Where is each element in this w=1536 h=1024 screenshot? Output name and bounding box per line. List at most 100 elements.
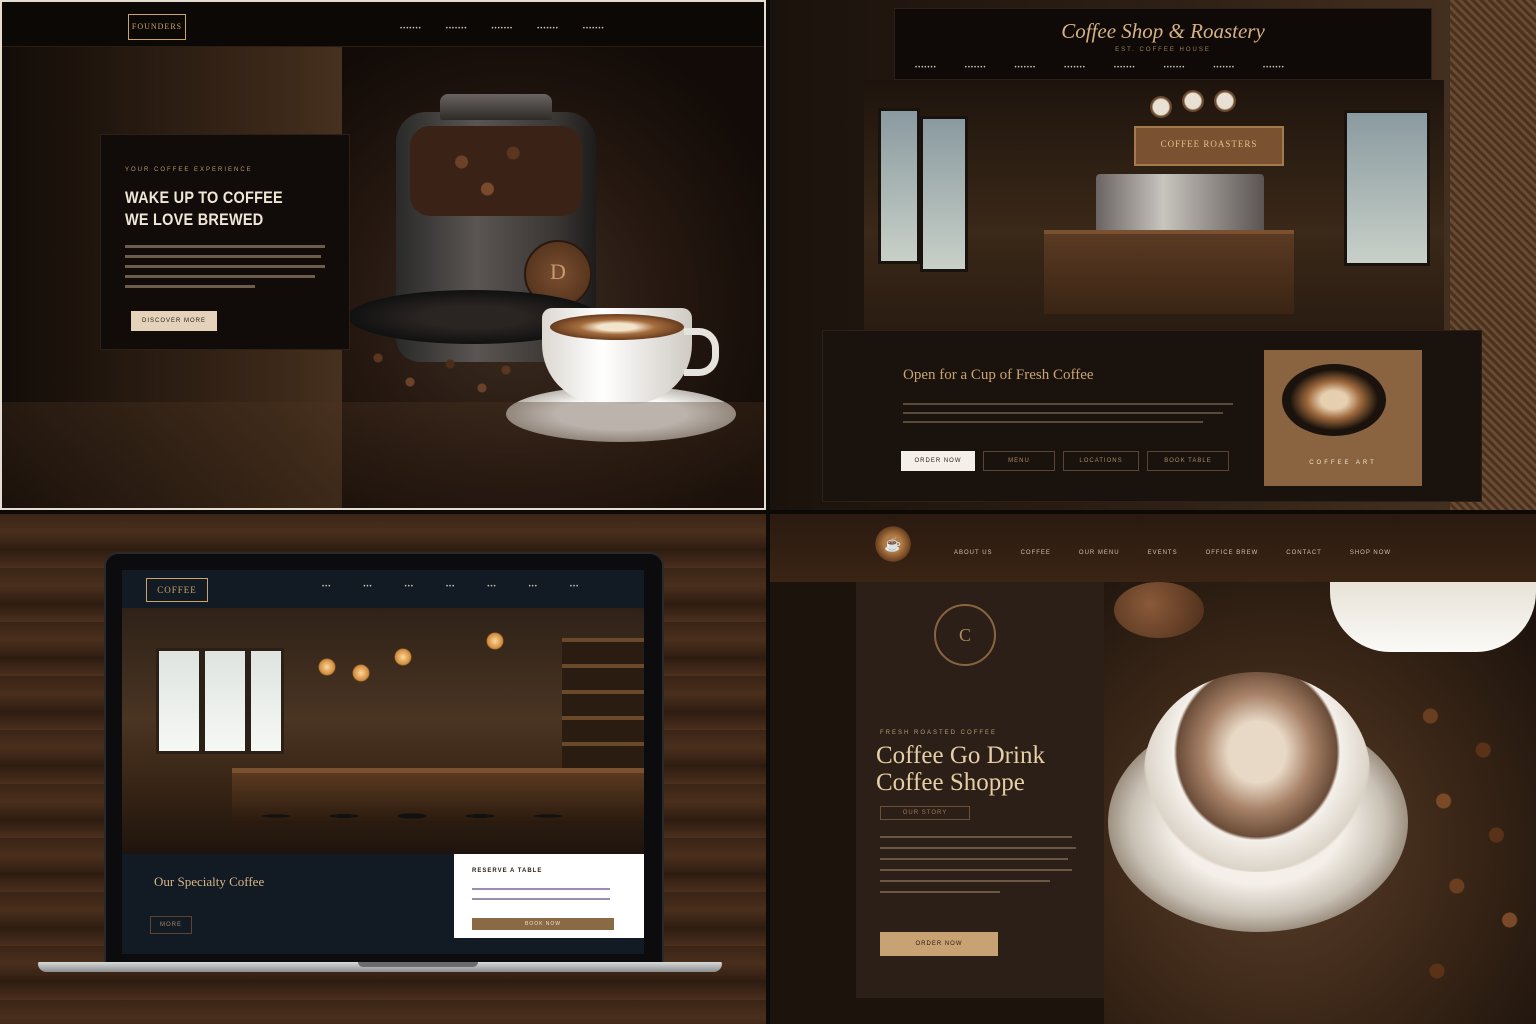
- laptop-mockup: COFFEE ••• ••• ••• ••• ••• ••• ••• Our S…: [0, 514, 766, 1024]
- promo-body-text: [903, 403, 1233, 430]
- section-title: Our Specialty Coffee: [154, 874, 265, 889]
- pendant-lamp: [352, 664, 370, 682]
- hero-eyebrow: YOUR COFFEE EXPERIENCE: [125, 167, 253, 173]
- menu-button[interactable]: MENU: [983, 451, 1055, 471]
- nav-link[interactable]: •••••••: [1014, 65, 1036, 71]
- nav-link[interactable]: •••: [487, 584, 496, 590]
- clock-icon: [1182, 90, 1204, 112]
- nav-link-menu[interactable]: OUR MENU: [1079, 550, 1120, 556]
- coffee-logo-icon[interactable]: ☕: [872, 524, 914, 564]
- nav-menu: ••••••• ••••••• ••••••• ••••••• ••••••• …: [915, 65, 1285, 71]
- nav-link[interactable]: •••: [363, 584, 372, 590]
- hero-mockup-4: ☕ ABOUT US COFFEE OUR MENU EVENTS OFFICE…: [770, 514, 1536, 1024]
- cappuccino-cup-image: [1144, 672, 1370, 872]
- nav-link[interactable]: •••••••: [400, 26, 422, 32]
- cup-image: [1330, 582, 1536, 652]
- screen-footer-section: Our Specialty Coffee MORE RESERVE A TABL…: [122, 854, 644, 954]
- nav-link[interactable]: •••••••: [537, 26, 559, 32]
- wood-counter: [1044, 230, 1294, 314]
- promo-title: Open for a Cup of Fresh Coffee: [903, 367, 1094, 383]
- laptop-frame: COFFEE ••• ••• ••• ••• ••• ••• ••• Our S…: [104, 552, 664, 970]
- clock-icon: [1150, 96, 1172, 118]
- pendant-lamp: [318, 658, 336, 676]
- nav-menu: ••••••• ••••••• ••••••• ••••••• •••••••: [400, 26, 605, 32]
- bar-interior-photo: [122, 608, 644, 854]
- nav-link[interactable]: •••: [446, 584, 455, 590]
- clock-icon: [1214, 90, 1236, 112]
- nav-link[interactable]: •••: [405, 584, 414, 590]
- cappuccino-photo: [1104, 582, 1536, 1024]
- window: [878, 108, 920, 264]
- discover-button[interactable]: DISCOVER MORE: [131, 311, 217, 331]
- card-title: RESERVE A TABLE: [472, 868, 543, 874]
- window: [202, 648, 248, 754]
- hero-headline: WAKE UP TO COFFEE WE LOVE BREWED: [125, 188, 283, 229]
- jar-beans: [410, 126, 582, 216]
- laptop-notch: [358, 962, 478, 967]
- nav-link-about[interactable]: ABOUT US: [954, 550, 993, 556]
- nav-link[interactable]: •••••••: [583, 26, 605, 32]
- card-text-line: [472, 898, 610, 900]
- nav-menu: ABOUT US COFFEE OUR MENU EVENTS OFFICE B…: [954, 550, 1391, 556]
- hero-body-text: [125, 245, 325, 295]
- pendant-lamp: [486, 632, 504, 650]
- interior-photo: COFFEE ROASTERS: [864, 80, 1444, 332]
- hero-mockup-2: COFFEE ROASTERS Coffee Shop & Roastery E…: [770, 0, 1536, 510]
- latte-art: [550, 314, 684, 340]
- nav-link[interactable]: •••: [570, 584, 579, 590]
- locations-button[interactable]: LOCATIONS: [1063, 451, 1139, 471]
- hero-mockup-1: D FOUNDERS ••••••• ••••••• ••••••• •••••…: [0, 0, 766, 510]
- nav-link[interactable]: •••••••: [1164, 65, 1186, 71]
- nav-link-coffee[interactable]: COFFEE: [1021, 550, 1051, 556]
- site-title: Coffee Shop & Roastery: [1061, 19, 1265, 43]
- wood-table: [2, 402, 764, 508]
- hero-headline: Coffee Go Drink Coffee Shoppe: [876, 742, 1045, 796]
- nav-link[interactable]: •••••••: [1064, 65, 1086, 71]
- nav-link[interactable]: •••: [529, 584, 538, 590]
- roastery-sign: COFFEE ROASTERS: [1134, 126, 1284, 166]
- hero-panel: C FRESH ROASTED COFFEE Coffee Go Drink C…: [856, 582, 1104, 998]
- coffee-thumbnail[interactable]: COFFEE ART: [1264, 350, 1422, 486]
- reservation-card: RESERVE A TABLE BOOK NOW: [454, 854, 644, 938]
- book-button[interactable]: BOOK NOW: [472, 918, 614, 930]
- nav-link[interactable]: •••••••: [1114, 65, 1136, 71]
- brand-logo[interactable]: FOUNDERS: [128, 14, 186, 40]
- card-text-line: [472, 888, 610, 890]
- nav-link[interactable]: •••••••: [491, 26, 513, 32]
- more-button[interactable]: MORE: [150, 916, 192, 934]
- brand-logo[interactable]: COFFEE: [146, 578, 208, 602]
- bar-stools: [242, 808, 582, 848]
- window: [248, 648, 284, 754]
- nav-link[interactable]: •••: [322, 584, 331, 590]
- hero-body-text: [880, 836, 1076, 902]
- order-button[interactable]: ORDER NOW: [901, 451, 975, 471]
- nav-link[interactable]: •••••••: [915, 65, 937, 71]
- emblem-icon: C: [934, 604, 996, 666]
- window: [1344, 110, 1430, 266]
- laptop-base: [38, 962, 722, 972]
- nav-link-events[interactable]: EVENTS: [1148, 550, 1178, 556]
- site-subtitle: EST. COFFEE HOUSE: [1115, 47, 1211, 53]
- nav-link-contact[interactable]: CONTACT: [1286, 550, 1322, 556]
- window: [156, 648, 202, 754]
- nav-link[interactable]: •••••••: [1213, 65, 1235, 71]
- nav-link[interactable]: •••••••: [446, 26, 468, 32]
- nav-link[interactable]: •••••••: [965, 65, 987, 71]
- nav-link[interactable]: •••••••: [1263, 65, 1285, 71]
- story-tag[interactable]: OUR STORY: [880, 806, 970, 820]
- top-nav: ☕ ABOUT US COFFEE OUR MENU EVENTS OFFICE…: [770, 514, 1536, 582]
- laptop-screen: COFFEE ••• ••• ••• ••• ••• ••• ••• Our S…: [122, 570, 644, 954]
- site-header: Coffee Shop & Roastery EST. COFFEE HOUSE…: [894, 8, 1432, 80]
- coffee-beans: [1404, 682, 1536, 1022]
- nav-link-office[interactable]: OFFICE BREW: [1206, 550, 1259, 556]
- order-button[interactable]: ORDER NOW: [880, 932, 998, 956]
- top-nav: FOUNDERS ••••••• ••••••• ••••••• •••••••…: [2, 2, 764, 47]
- espresso-machine: [1096, 174, 1264, 234]
- book-table-button[interactable]: BOOK TABLE: [1147, 451, 1229, 471]
- nav-menu: ••• ••• ••• ••• ••• ••• •••: [322, 584, 579, 590]
- hero-card: YOUR COFFEE EXPERIENCE WAKE UP TO COFFEE…: [100, 134, 350, 350]
- pendant-lamp: [394, 648, 412, 666]
- nav-link-shop[interactable]: SHOP NOW: [1350, 550, 1391, 556]
- thumbnail-caption: COFFEE ART: [1309, 460, 1377, 466]
- hero-eyebrow: FRESH ROASTED COFFEE: [880, 730, 998, 736]
